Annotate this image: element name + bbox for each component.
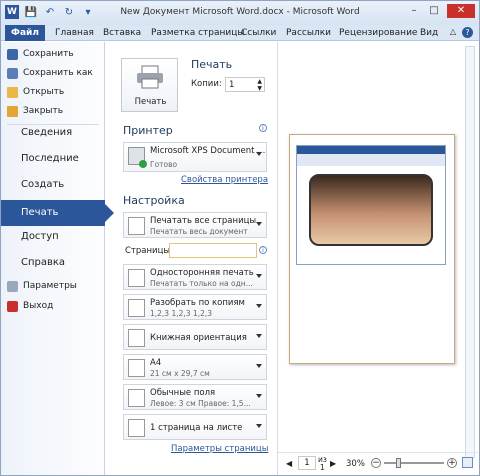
nav-info[interactable]: Сведения bbox=[21, 124, 72, 142]
chevron-down-icon bbox=[256, 222, 262, 226]
info-icon[interactable]: i bbox=[259, 246, 267, 254]
options-command[interactable]: Параметры bbox=[7, 278, 77, 294]
close-command[interactable]: Закрыть bbox=[7, 103, 63, 119]
ribbon-tabs: Файл Главная Вставка Разметка страницы С… bbox=[1, 25, 479, 41]
folder-icon bbox=[7, 86, 18, 98]
portrait-icon bbox=[128, 329, 145, 347]
tab-view[interactable]: Вид bbox=[420, 25, 438, 41]
paper-icon bbox=[128, 359, 145, 377]
nav-share[interactable]: Доступ bbox=[21, 228, 59, 246]
pages-per-sheet-dropdown[interactable]: 1 страница на листе bbox=[123, 414, 267, 440]
chevron-down-icon bbox=[256, 152, 262, 156]
printer-header: Принтер bbox=[123, 124, 173, 137]
margins-dropdown[interactable]: Обычные поля Левое: 3 см Правое: 1,5... bbox=[123, 384, 267, 410]
printer-properties-link[interactable]: Свойства принтера bbox=[181, 175, 268, 185]
pages-input[interactable] bbox=[169, 243, 257, 258]
help-icon[interactable]: ? bbox=[462, 27, 473, 38]
page-number-input[interactable]: 1 bbox=[298, 456, 316, 470]
backstage-nav: Сохранить Сохранить как Открыть Закрыть … bbox=[1, 42, 114, 475]
close-file-icon bbox=[7, 105, 18, 117]
chevron-down-icon bbox=[256, 424, 262, 428]
chevron-down-icon bbox=[256, 364, 262, 368]
printer-dropdown[interactable]: Microsoft XPS Document ... Готово bbox=[123, 142, 267, 172]
chevron-down-icon bbox=[256, 334, 262, 338]
prev-page-icon[interactable]: ◀ bbox=[286, 459, 292, 468]
minimize-button[interactable]: – bbox=[407, 4, 421, 18]
print-settings-panel: Печать Печать Копии: 1 ▲ ▼ Принтер i Micr… bbox=[113, 42, 273, 475]
sides-dropdown[interactable]: Односторонняя печать Печатать только на о… bbox=[123, 264, 267, 290]
print-header: Печать bbox=[191, 58, 233, 71]
tab-home[interactable]: Главная bbox=[55, 25, 94, 41]
ribbon-controls: △ ? bbox=[450, 27, 473, 38]
close-button[interactable]: ✕ bbox=[447, 4, 475, 18]
copies-input[interactable]: 1 ▲ ▼ bbox=[225, 77, 265, 92]
nav-print[interactable]: Печать bbox=[21, 204, 58, 222]
exit-command[interactable]: Выход bbox=[7, 298, 53, 314]
next-page-icon[interactable]: ▶ bbox=[330, 459, 336, 468]
nav-help[interactable]: Справка bbox=[21, 254, 65, 272]
copies-spinner-icon[interactable]: ▲ ▼ bbox=[257, 78, 262, 92]
open-command[interactable]: Открыть bbox=[7, 84, 64, 100]
zoom-out-icon[interactable]: − bbox=[371, 458, 381, 468]
zoom-level: 30% bbox=[346, 459, 365, 469]
zoom-thumb[interactable] bbox=[396, 458, 401, 468]
preview-page bbox=[289, 134, 455, 364]
chevron-down-icon bbox=[256, 394, 262, 398]
orientation-dropdown[interactable]: Книжная ориентация bbox=[123, 324, 267, 350]
one-sided-icon bbox=[128, 269, 145, 287]
print-range-dropdown[interactable]: Печатать все страницы Печатать весь докум… bbox=[123, 212, 267, 238]
word-window: W 💾 ↶ ↻ ▾ New Документ Microsoft Word.do… bbox=[0, 0, 480, 476]
chevron-down-icon bbox=[256, 304, 262, 308]
save-icon bbox=[7, 48, 18, 60]
horses-image bbox=[309, 174, 433, 246]
print-preview-pane: ◀ 1 из 1 ▶ 30% − + bbox=[277, 42, 479, 475]
save-as-icon bbox=[7, 67, 18, 79]
printer-icon bbox=[137, 65, 163, 89]
pages-icon bbox=[128, 217, 145, 235]
tab-file[interactable]: Файл bbox=[5, 25, 45, 41]
info-icon[interactable]: i bbox=[259, 124, 267, 132]
exit-icon bbox=[7, 300, 18, 312]
preview-statusbar: ◀ 1 из 1 ▶ 30% − + bbox=[278, 452, 478, 474]
tab-references[interactable]: Ссылки bbox=[241, 25, 276, 41]
page-total: 1 bbox=[320, 463, 325, 472]
chevron-down-icon bbox=[256, 274, 262, 278]
pages-label: Страницы: bbox=[125, 246, 173, 256]
options-icon bbox=[7, 280, 18, 292]
margins-icon bbox=[128, 389, 145, 407]
fit-page-icon[interactable] bbox=[462, 457, 473, 468]
preview-screenshot bbox=[296, 145, 446, 265]
paper-size-dropdown[interactable]: A4 21 см x 29,7 см bbox=[123, 354, 267, 380]
collate-dropdown[interactable]: Разобрать по копиям 1,2,3 1,2,3 1,2,3 bbox=[123, 294, 267, 320]
zoom-slider[interactable] bbox=[384, 462, 444, 464]
settings-header: Настройка bbox=[123, 194, 185, 207]
tab-insert[interactable]: Вставка bbox=[103, 25, 141, 41]
tab-page-layout[interactable]: Разметка страницы bbox=[151, 25, 245, 41]
pages-per-sheet-icon bbox=[128, 419, 145, 437]
ready-check-icon bbox=[139, 160, 147, 168]
copies-label: Копии: bbox=[191, 79, 222, 89]
nav-new[interactable]: Создать bbox=[21, 176, 64, 194]
tab-review[interactable]: Рецензирование bbox=[339, 25, 417, 41]
tab-mailings[interactable]: Рассылки bbox=[286, 25, 331, 41]
title-bar: W 💾 ↶ ↻ ▾ New Документ Microsoft Word.do… bbox=[1, 1, 479, 25]
page-setup-link[interactable]: Параметры страницы bbox=[171, 444, 268, 454]
collate-icon bbox=[128, 299, 145, 317]
save-as-command[interactable]: Сохранить как bbox=[7, 65, 93, 81]
preview-scrollbar[interactable] bbox=[465, 46, 475, 458]
maximize-button[interactable]: □ bbox=[427, 4, 441, 18]
window-controls: – □ ✕ bbox=[407, 4, 475, 18]
zoom-in-icon[interactable]: + bbox=[447, 458, 457, 468]
print-button[interactable]: Печать bbox=[121, 58, 178, 112]
save-command[interactable]: Сохранить bbox=[7, 46, 74, 62]
nav-recent[interactable]: Последние bbox=[21, 150, 79, 168]
minimize-ribbon-icon[interactable]: △ bbox=[450, 27, 456, 38]
